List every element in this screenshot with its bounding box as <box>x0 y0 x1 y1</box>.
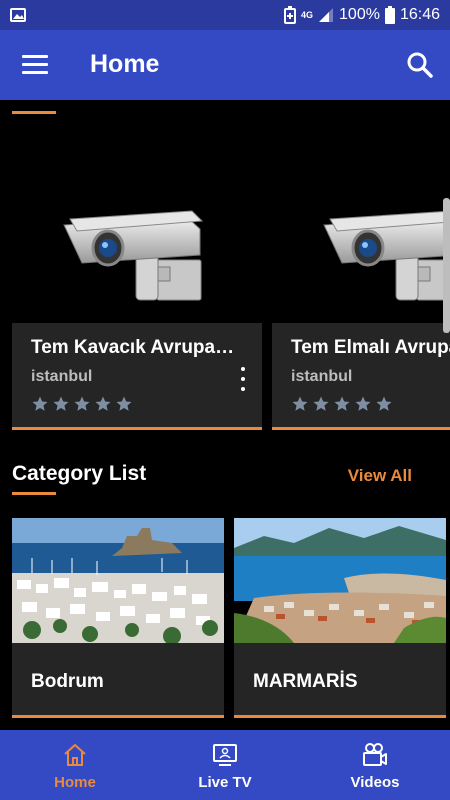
clock: 16:46 <box>399 6 440 23</box>
star-icon <box>334 396 350 411</box>
camera-title: Tem Kavacık Avrupa… <box>31 337 235 358</box>
search-icon[interactable] <box>406 51 434 79</box>
star-icon <box>116 396 132 411</box>
gallery-notification-icon <box>10 8 26 22</box>
nav-live-tv[interactable]: Live TV <box>150 730 300 800</box>
nav-live-tv-label: Live TV <box>198 774 252 791</box>
star-icon <box>355 396 371 411</box>
nav-videos-label: Videos <box>350 774 400 791</box>
section-accent-line <box>12 111 56 114</box>
view-all-link[interactable]: View All <box>348 466 412 486</box>
category-name: MARMARİS <box>253 671 358 692</box>
category-info: MARMARİS <box>234 643 446 718</box>
star-icon <box>32 396 48 411</box>
horizontal-scroll-thumb[interactable] <box>443 198 450 333</box>
camera-city: istanbul <box>291 368 353 385</box>
network-type: 4G <box>301 10 314 20</box>
home-icon <box>64 744 86 766</box>
category-image <box>12 518 224 643</box>
category-info: Bodrum <box>12 643 224 718</box>
nav-videos[interactable]: Videos <box>300 730 450 800</box>
category-image <box>234 518 446 643</box>
bodrum-photo <box>12 518 224 643</box>
category-card[interactable]: MARMARİS <box>234 518 446 718</box>
tv-icon <box>213 744 237 766</box>
star-icon <box>313 396 329 411</box>
app-bar: Home <box>0 30 450 100</box>
menu-icon[interactable] <box>22 55 48 75</box>
bottom-navigation: Home Live TV Videos <box>0 730 450 800</box>
camera-thumbnail <box>12 155 262 323</box>
cctv-camera-icon <box>323 210 450 301</box>
rating-stars <box>291 395 393 413</box>
star-icon <box>292 396 308 411</box>
nav-home-label: Home <box>54 774 96 791</box>
video-camera-icon <box>363 743 387 766</box>
camera-card[interactable]: Tem Kavacık Avrupa… istanbul <box>12 155 262 430</box>
category-accent-line <box>12 492 56 495</box>
nav-home[interactable]: Home <box>0 730 150 800</box>
status-bar: 4G 100% 16:46 <box>0 0 450 30</box>
star-icon <box>376 396 392 411</box>
camera-info: Tem Kavacık Avrupa… istanbul <box>12 323 262 430</box>
signal-icon <box>319 8 334 22</box>
category-name: Bodrum <box>31 671 104 692</box>
rating-stars <box>31 395 133 413</box>
camera-thumbnail <box>272 155 450 323</box>
category-card[interactable]: Bodrum <box>12 518 224 718</box>
star-icon <box>95 396 111 411</box>
battery-saver-icon <box>284 6 297 24</box>
battery-icon <box>384 6 395 24</box>
cctv-camera-icon <box>63 210 204 301</box>
more-options-icon[interactable] <box>238 367 248 391</box>
page-title: Home <box>90 50 160 78</box>
camera-card[interactable]: Tem Elmalı Avrupa istanbul <box>272 155 450 430</box>
camera-info: Tem Elmalı Avrupa istanbul <box>272 323 450 430</box>
marmaris-photo <box>234 518 446 643</box>
star-icon <box>74 396 90 411</box>
category-list-title: Category List <box>12 462 147 485</box>
home-content[interactable]: Tem Kavacık Avrupa… istanbul Tem Elmalı … <box>0 100 450 730</box>
camera-city: istanbul <box>31 368 93 385</box>
battery-percent: 100% <box>339 6 380 23</box>
camera-title: Tem Elmalı Avrupa <box>291 337 450 358</box>
star-icon <box>53 396 69 411</box>
